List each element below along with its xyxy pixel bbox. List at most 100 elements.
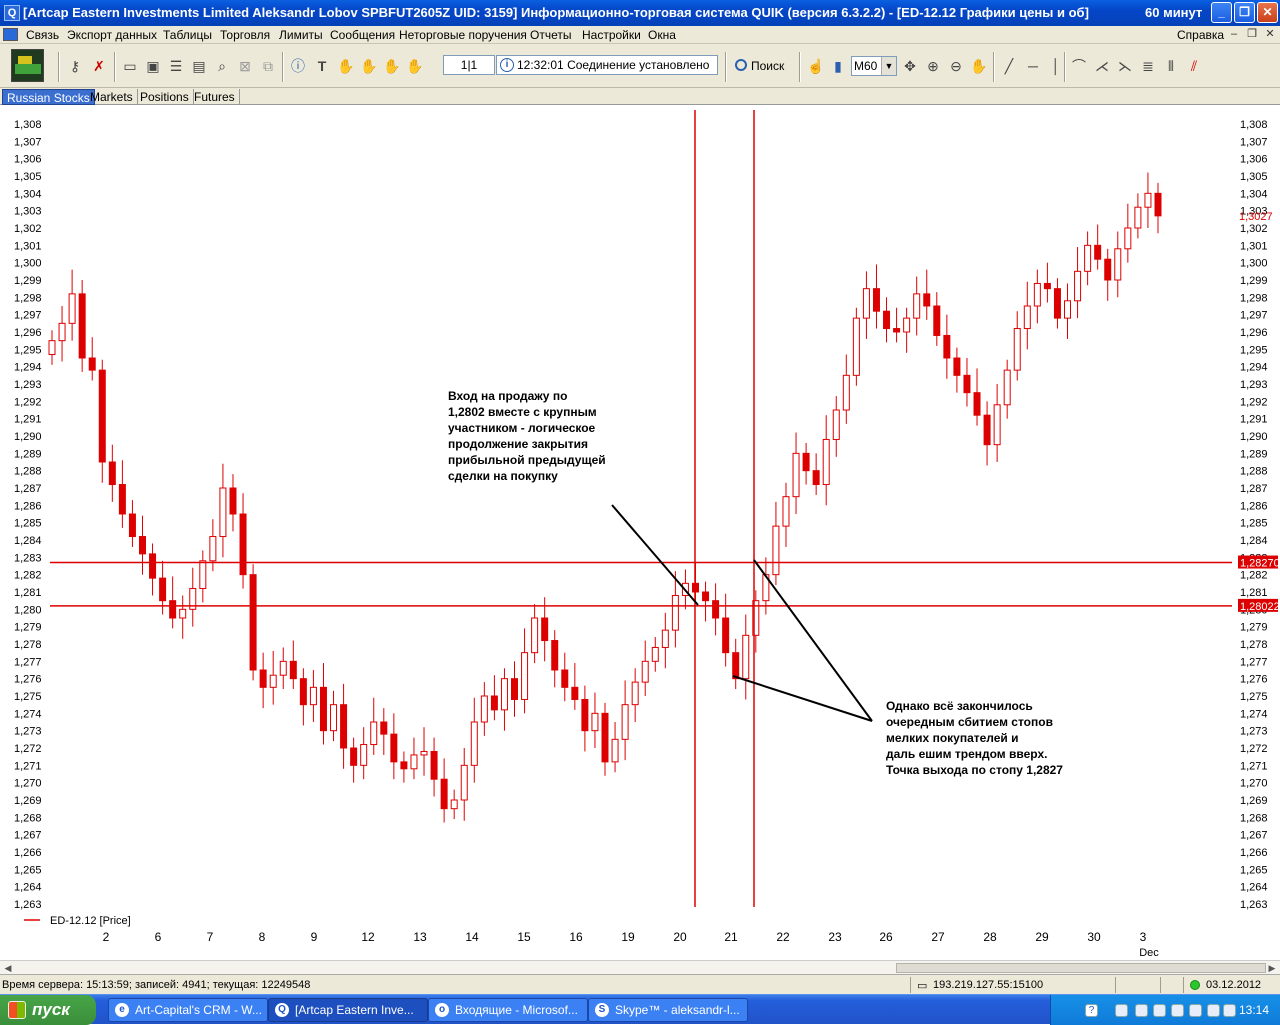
delete-drawings-icon[interactable]: ⫽ bbox=[1185, 57, 1203, 75]
y-tick-label-left: 1,299 bbox=[14, 275, 42, 287]
help-icon[interactable]: ? bbox=[1085, 1004, 1098, 1017]
y-tick-label-left: 1,269 bbox=[14, 795, 42, 807]
y-tick-label-right: 1,268 bbox=[1240, 812, 1268, 824]
candle-body bbox=[500, 678, 508, 711]
taskbar-item-quik[interactable]: Q [Artcap Eastern Inve... bbox=[268, 998, 428, 1022]
copy-icon[interactable]: ⧉ bbox=[259, 57, 277, 75]
tray-shield-icon[interactable] bbox=[1171, 1004, 1184, 1017]
candle-body bbox=[661, 629, 669, 648]
find-window-icon[interactable]: ⌕ bbox=[213, 57, 231, 75]
candle-body bbox=[531, 617, 539, 654]
minimize-button[interactable]: _ bbox=[1211, 2, 1232, 23]
taskbar-item-outlook[interactable]: o Входящие - Microsof... bbox=[428, 998, 588, 1022]
text-tool-icon[interactable]: T bbox=[313, 57, 331, 75]
tab-futures[interactable]: Futures bbox=[190, 89, 240, 105]
mdi-restore-icon[interactable]: ❐ bbox=[1244, 27, 1260, 42]
vertical-line-icon[interactable]: │ bbox=[1047, 57, 1065, 75]
horizontal-line-icon[interactable]: ─ bbox=[1024, 57, 1042, 75]
y-tick-label-right: 1,284 bbox=[1240, 535, 1268, 547]
toolbar: ⚷ ✗ ▭ ▣ ☰ ▤ ⌕ ⊠ ⧉ ⓘ T ✋ ✋ ✋ ✋ 1|1 i 12:3… bbox=[0, 44, 1280, 88]
exit-annotation-text: Точка выхода по стопу 1,2827 bbox=[886, 763, 1063, 777]
candle-body bbox=[852, 317, 860, 376]
candle-body bbox=[199, 560, 207, 590]
scroll-left-icon[interactable]: ◀ bbox=[2, 962, 14, 974]
menu-item-windows[interactable]: Окна bbox=[648, 28, 676, 42]
tray-mail-icon[interactable] bbox=[1153, 1004, 1166, 1017]
candle-body bbox=[1074, 270, 1082, 302]
zoom-out-icon[interactable]: ⊖ bbox=[947, 57, 965, 75]
order-icon[interactable]: ▤ bbox=[190, 57, 208, 75]
hand-sell-icon[interactable]: ✋ bbox=[360, 57, 378, 75]
table-icon[interactable]: ☰ bbox=[167, 57, 185, 75]
menu-item-help[interactable]: Справка bbox=[1177, 28, 1224, 42]
menu-item-settings[interactable]: Настройки bbox=[582, 28, 641, 42]
candle-body bbox=[1124, 227, 1132, 250]
quik-logo[interactable] bbox=[11, 49, 44, 82]
pan-icon[interactable]: ✋ bbox=[970, 57, 988, 75]
chart-window-icon[interactable]: ▣ bbox=[144, 57, 162, 75]
info-icon[interactable]: ⓘ bbox=[289, 57, 307, 75]
candle-body bbox=[591, 712, 599, 732]
fibonacci-zones-icon[interactable]: ⦀ bbox=[1162, 57, 1180, 75]
taskbar-item-skype[interactable]: S Skype™ - aleksandr-l... bbox=[588, 998, 748, 1022]
legend-label: ED-12.12 [Price] bbox=[50, 915, 131, 927]
gann-fan-icon[interactable]: ⋋ bbox=[1116, 57, 1134, 75]
key-icon[interactable]: ⚷ bbox=[66, 57, 84, 75]
x-tick-label: 8 bbox=[259, 930, 266, 944]
candle-body bbox=[702, 591, 710, 602]
menu-item-reports[interactable]: Отчеты bbox=[530, 28, 571, 42]
zoom-in-icon[interactable]: ⊕ bbox=[924, 57, 942, 75]
tab-markets[interactable]: Markets bbox=[86, 89, 138, 105]
horizontal-scrollbar[interactable]: ◀ ▶ bbox=[0, 960, 1280, 974]
toolbar-separator bbox=[58, 52, 60, 82]
x-tick-label: 29 bbox=[1035, 930, 1049, 944]
y-tick-label-left: 1,295 bbox=[14, 344, 42, 356]
hand-cancel-icon[interactable]: ✋ bbox=[406, 57, 424, 75]
menu-item-trading[interactable]: Торговля bbox=[220, 28, 270, 42]
taskbar-item-crm[interactable]: e Art-Capital's CRM - W... bbox=[108, 998, 268, 1022]
start-button[interactable]: пуск bbox=[0, 995, 96, 1025]
current-price-label: 1,3027 bbox=[1239, 211, 1273, 223]
tray-skype-icon[interactable] bbox=[1135, 1004, 1148, 1017]
arc-icon[interactable]: ⌒ bbox=[1070, 57, 1088, 75]
menu-item-limits[interactable]: Лимиты bbox=[279, 28, 323, 42]
tab-positions[interactable]: Positions bbox=[136, 89, 194, 105]
tray-security-icon[interactable] bbox=[1223, 1004, 1236, 1017]
mdi-close-icon[interactable]: ✕ bbox=[1262, 27, 1278, 42]
candle-body bbox=[1023, 305, 1031, 330]
window-icon[interactable]: ▭ bbox=[121, 57, 139, 75]
trendline-icon[interactable]: ╱ bbox=[1000, 57, 1018, 75]
maximize-button[interactable]: ❐ bbox=[1234, 2, 1255, 23]
price-chart-area[interactable]: 1,308 1,308 1,307 1,307 1,306 1,306 1,305 1,305… bbox=[0, 105, 1280, 960]
price-chart[interactable]: 1,308 1,308 1,307 1,307 1,306 1,306 1,305 1,305… bbox=[0, 105, 1280, 960]
disconnect-icon[interactable]: ✗ bbox=[90, 57, 108, 75]
hand-cursor-icon[interactable]: ☝ bbox=[807, 57, 825, 75]
tray-volume-icon[interactable] bbox=[1207, 1004, 1220, 1017]
chevron-down-icon[interactable]: ▼ bbox=[881, 57, 896, 75]
move-icon[interactable]: ✥ bbox=[901, 57, 919, 75]
cancel-order-icon[interactable]: ⊠ bbox=[236, 57, 254, 75]
menu-item-nontrade-orders[interactable]: Неторговые поручения bbox=[399, 28, 527, 42]
menu-item-tables[interactable]: Таблицы bbox=[163, 28, 212, 42]
search-button[interactable]: Поиск bbox=[733, 57, 793, 75]
tray-network-icon[interactable] bbox=[1189, 1004, 1202, 1017]
menu-item-messages[interactable]: Сообщения bbox=[330, 28, 395, 42]
mdi-minimize-icon[interactable]: – bbox=[1226, 27, 1242, 42]
bar-chart-icon[interactable]: ▮ bbox=[829, 57, 847, 75]
interval-select[interactable]: M60 ▼ bbox=[851, 56, 897, 76]
scrollbar-thumb[interactable] bbox=[896, 963, 1266, 973]
menu-item-export[interactable]: Экспорт данных bbox=[67, 28, 157, 42]
menu-item-connection[interactable]: Связь bbox=[26, 28, 59, 42]
fibonacci-levels-icon[interactable]: ≣ bbox=[1139, 57, 1157, 75]
candle-body bbox=[772, 525, 780, 576]
fan-icon[interactable]: ⋌ bbox=[1093, 57, 1111, 75]
scroll-right-icon[interactable]: ▶ bbox=[1266, 962, 1278, 974]
close-button[interactable]: ✕ bbox=[1257, 2, 1278, 23]
tab-russian-stocks[interactable]: Russian Stocks bbox=[2, 89, 95, 105]
tray-arrow-icon[interactable] bbox=[1115, 1004, 1128, 1017]
document-icon[interactable] bbox=[3, 28, 18, 41]
hand-stop-icon[interactable]: ✋ bbox=[383, 57, 401, 75]
candle-body bbox=[561, 669, 569, 688]
hand-buy-icon[interactable]: ✋ bbox=[337, 57, 355, 75]
candle-body bbox=[792, 452, 800, 498]
